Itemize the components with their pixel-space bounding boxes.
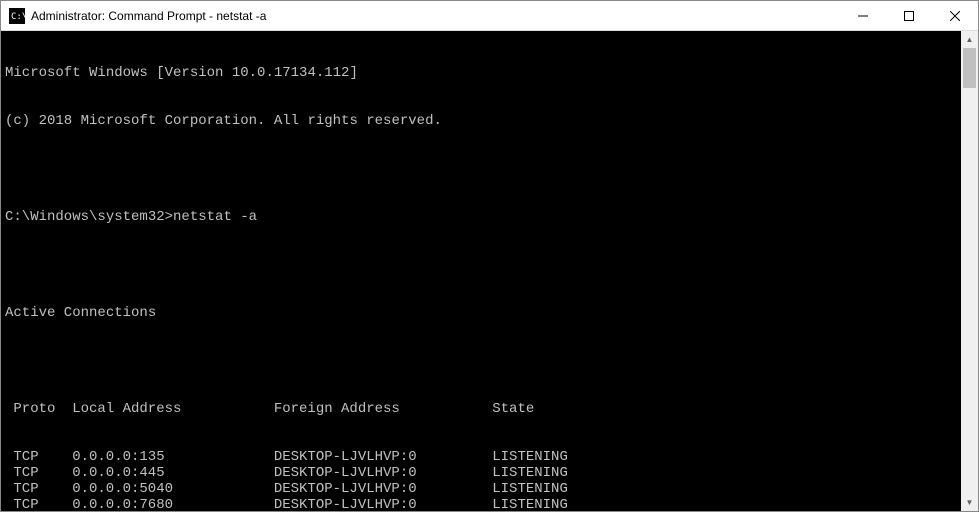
scroll-down-icon[interactable]: ▼ (961, 494, 978, 511)
vertical-scrollbar[interactable]: ▲ ▼ (961, 31, 978, 511)
window-titlebar: C:\ Administrator: Command Prompt - nets… (1, 1, 978, 31)
terminal-output[interactable]: Microsoft Windows [Version 10.0.17134.11… (1, 31, 978, 511)
section-title: Active Connections (5, 305, 974, 321)
col-local: Local Address (72, 401, 274, 417)
scroll-up-icon[interactable]: ▲ (961, 31, 978, 48)
table-header: ProtoLocal AddressForeign AddressState (5, 401, 974, 417)
col-state: State (492, 401, 974, 417)
cell-foreign: DESKTOP-LJVLHVP:0 (274, 449, 492, 465)
cell-foreign: DESKTOP-LJVLHVP:0 (274, 465, 492, 481)
cell-state: LISTENING (492, 497, 974, 511)
close-button[interactable] (932, 1, 978, 30)
cell-proto: TCP (13, 481, 72, 497)
blank-line (5, 161, 974, 177)
window-title: Administrator: Command Prompt - netstat … (31, 9, 840, 23)
cell-state: LISTENING (492, 449, 974, 465)
banner-line: Microsoft Windows [Version 10.0.17134.11… (5, 65, 974, 81)
cell-proto: TCP (13, 449, 72, 465)
svg-text:C:\: C:\ (11, 12, 25, 22)
cell-local: 0.0.0.0:445 (72, 465, 274, 481)
prompt-line: C:\Windows\system32>netstat -a (5, 209, 974, 225)
cell-state: LISTENING (492, 481, 974, 497)
cell-state: LISTENING (492, 465, 974, 481)
prompt-command: netstat -a (173, 209, 257, 225)
cell-local: 0.0.0.0:5040 (72, 481, 274, 497)
minimize-button[interactable] (840, 1, 886, 30)
cell-local: 0.0.0.0:135 (72, 449, 274, 465)
banner-line: (c) 2018 Microsoft Corporation. All righ… (5, 113, 974, 129)
table-row: TCP0.0.0.0:135DESKTOP-LJVLHVP:0LISTENING (5, 449, 974, 465)
cell-local: 0.0.0.0:7680 (72, 497, 274, 511)
table-row: TCP0.0.0.0:5040DESKTOP-LJVLHVP:0LISTENIN… (5, 481, 974, 497)
window-controls (840, 1, 978, 30)
cell-foreign: DESKTOP-LJVLHVP:0 (274, 481, 492, 497)
prompt-path: C:\Windows\system32> (5, 209, 173, 225)
cell-proto: TCP (13, 497, 72, 511)
table-row: TCP0.0.0.0:7680DESKTOP-LJVLHVP:0LISTENIN… (5, 497, 974, 511)
table-row: TCP0.0.0.0:445DESKTOP-LJVLHVP:0LISTENING (5, 465, 974, 481)
maximize-button[interactable] (886, 1, 932, 30)
cell-foreign: DESKTOP-LJVLHVP:0 (274, 497, 492, 511)
blank-line (5, 257, 974, 273)
scroll-track[interactable] (961, 48, 978, 494)
cell-proto: TCP (13, 465, 72, 481)
cmd-icon: C:\ (9, 8, 25, 24)
scroll-thumb[interactable] (963, 48, 976, 88)
blank-line (5, 353, 974, 369)
col-foreign: Foreign Address (274, 401, 492, 417)
col-proto: Proto (13, 401, 72, 417)
